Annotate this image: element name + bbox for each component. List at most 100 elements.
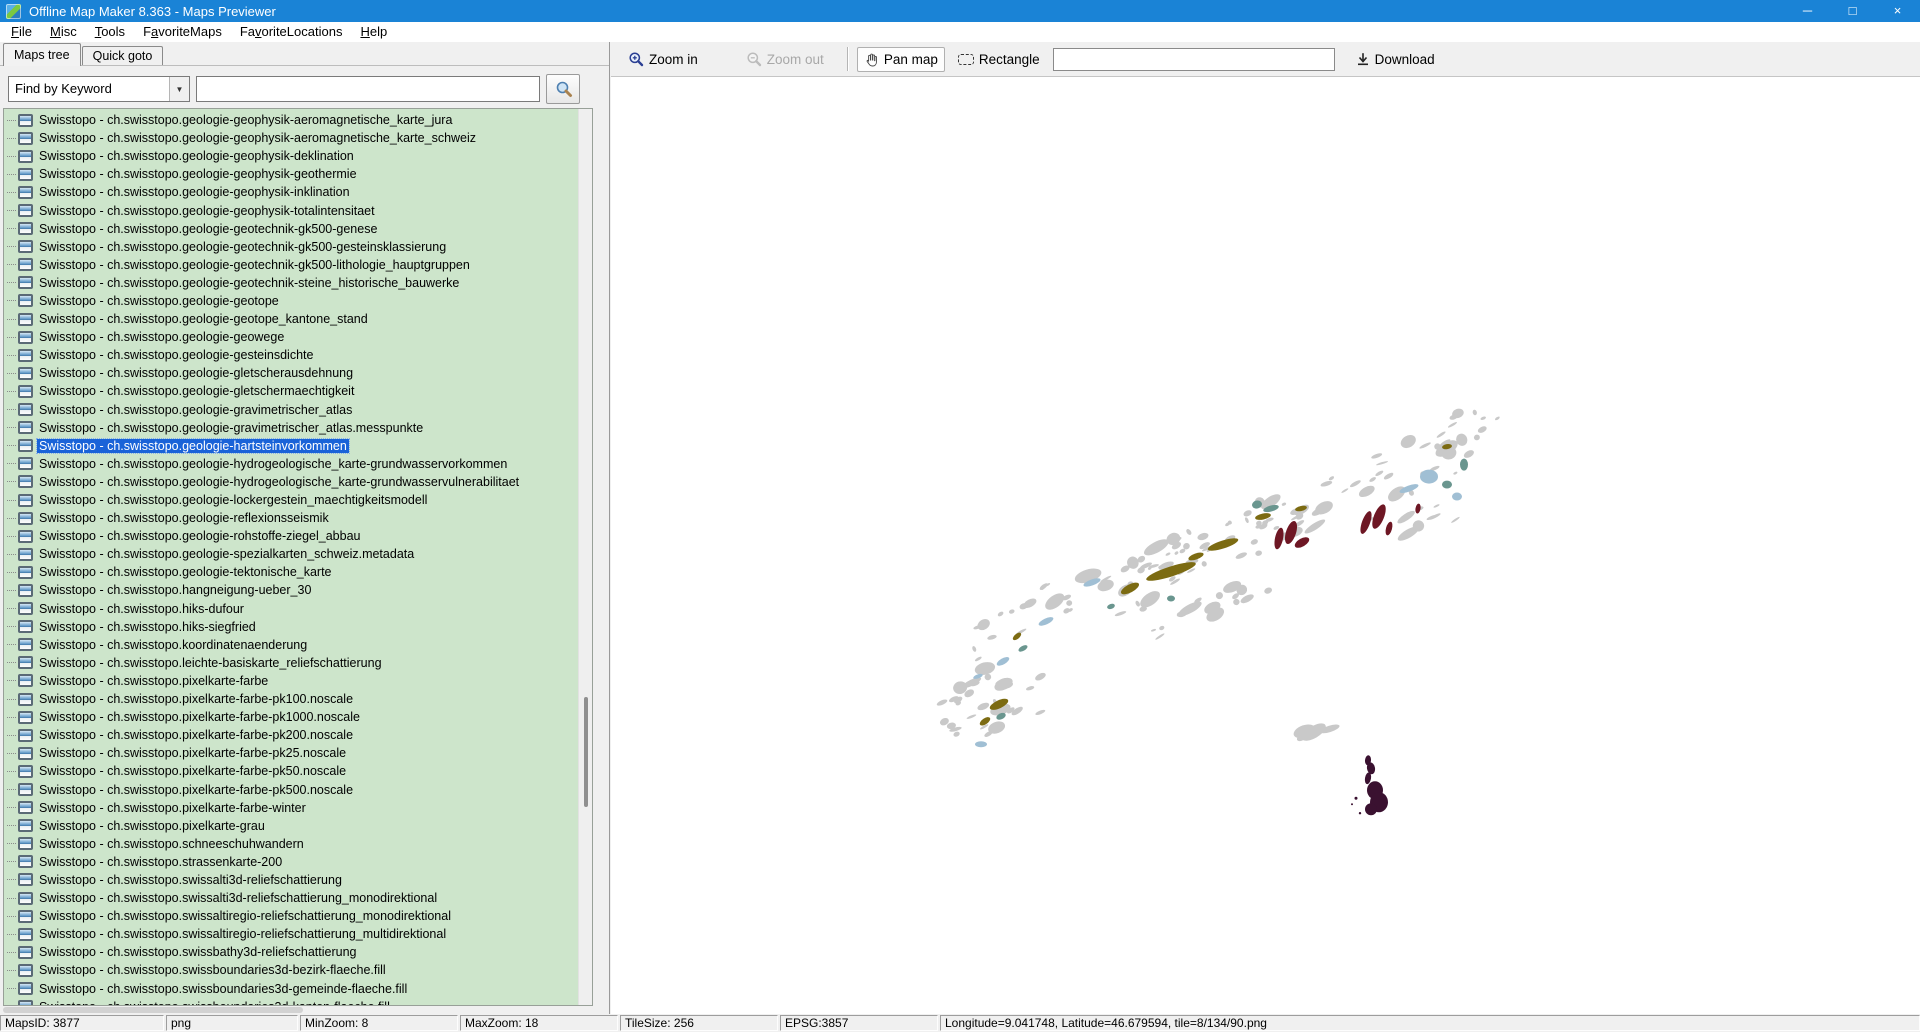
map-layer-icon [18,656,33,669]
maximize-button[interactable]: □ [1830,0,1875,22]
map-layer-icon [18,186,33,199]
map-layer-item[interactable]: Swisstopo - ch.swisstopo.swissboundaries… [4,980,578,998]
map-layer-icon [18,512,33,525]
map-layer-item[interactable]: Swisstopo - ch.swisstopo.geologie-reflex… [4,509,578,527]
map-layer-item[interactable]: Swisstopo - ch.swisstopo.geologie-spezia… [4,545,578,563]
map-layer-item[interactable]: Swisstopo - ch.swisstopo.geologie-geotec… [4,220,578,238]
map-preview[interactable] [611,76,1920,1014]
rectangle-button[interactable]: Rectangle [951,47,1047,72]
search-input[interactable] [196,76,540,102]
download-button[interactable]: Download [1349,47,1442,72]
map-layer-item[interactable]: Swisstopo - ch.swisstopo.geologie-gravim… [4,419,578,437]
search-button[interactable] [546,74,580,104]
map-layer-icon [18,964,33,977]
map-layer-item[interactable]: Swisstopo - ch.swisstopo.geologie-geotec… [4,274,578,292]
map-layer-item[interactable]: Swisstopo - ch.swisstopo.geologie-hartst… [4,437,578,455]
map-layer-item[interactable]: Swisstopo - ch.swisstopo.schneeschuhwand… [4,835,578,853]
close-button[interactable]: × [1875,0,1920,22]
map-layer-item[interactable]: Swisstopo - ch.swisstopo.swissaltiregio-… [4,925,578,943]
map-layer-item[interactable]: Swisstopo - ch.swisstopo.geologie-geotec… [4,238,578,256]
tree-connector [7,644,16,645]
map-layer-item[interactable]: Swisstopo - ch.swisstopo.geologie-tekton… [4,563,578,581]
map-layer-item[interactable]: Swisstopo - ch.swisstopo.geologie-gravim… [4,401,578,419]
map-layer-item[interactable]: Swisstopo - ch.swisstopo.pixelkarte-farb… [4,780,578,798]
map-layer-label: Swisstopo - ch.swisstopo.hiks-dufour [37,602,246,616]
map-layer-item[interactable]: Swisstopo - ch.swisstopo.geologie-geophy… [4,129,578,147]
map-layer-item[interactable]: Swisstopo - ch.swisstopo.swissboundaries… [4,998,578,1006]
map-layer-item[interactable]: Swisstopo - ch.swisstopo.geologie-geoweg… [4,328,578,346]
menu-favoritelocations[interactable]: FavoriteLocations [231,22,352,42]
horizontal-scrollbar[interactable] [3,1006,593,1014]
menu-file[interactable]: File [2,22,41,42]
tree-connector [7,500,16,501]
map-layer-item[interactable]: Swisstopo - ch.swisstopo.geologie-geophy… [4,147,578,165]
zoom-out-button[interactable]: Zoom out [739,46,831,72]
map-layer-item[interactable]: Swisstopo - ch.swisstopo.geologie-rohsto… [4,527,578,545]
map-layer-item[interactable]: Swisstopo - ch.swisstopo.strassenkarte-2… [4,853,578,871]
map-layer-item[interactable]: Swisstopo - ch.swisstopo.geologie-gletsc… [4,364,578,382]
map-layer-item[interactable]: Swisstopo - ch.swisstopo.geologie-geotop… [4,310,578,328]
map-layer-label: Swisstopo - ch.swisstopo.pixelkarte-farb… [37,764,348,778]
map-layer-label: Swisstopo - ch.swisstopo.geologie-geoweg… [37,330,286,344]
tree-connector [7,246,16,247]
map-layer-item[interactable]: Swisstopo - ch.swisstopo.geologie-hydrog… [4,473,578,491]
map-layer-item[interactable]: Swisstopo - ch.swisstopo.swissalti3d-rel… [4,871,578,889]
map-layer-item[interactable]: Swisstopo - ch.swisstopo.geologie-geophy… [4,111,578,129]
map-layer-item[interactable]: Swisstopo - ch.swisstopo.geologie-gestei… [4,346,578,364]
status-tile-format: png [166,1015,298,1031]
map-layer-item[interactable]: Swisstopo - ch.swisstopo.geologie-locker… [4,491,578,509]
menu-tools[interactable]: Tools [86,22,134,42]
map-layer-item[interactable]: Swisstopo - ch.swisstopo.pixelkarte-farb… [4,690,578,708]
coordinate-input[interactable] [1053,48,1335,71]
map-toolbar: Zoom in Zoom out Pan map [611,42,1920,76]
map-layer-item[interactable]: Swisstopo - ch.swisstopo.geologie-hydrog… [4,455,578,473]
pan-map-button[interactable]: Pan map [857,47,945,72]
map-layer-item[interactable]: Swisstopo - ch.swisstopo.pixelkarte-farb… [4,799,578,817]
tree-connector [7,861,16,862]
zoom-in-button[interactable]: Zoom in [621,46,705,72]
map-layer-item[interactable]: Swisstopo - ch.swisstopo.pixelkarte-farb… [4,708,578,726]
map-layer-item[interactable]: Swisstopo - ch.swisstopo.swissaltiregio-… [4,907,578,925]
minimize-button[interactable]: ─ [1785,0,1830,22]
map-layer-icon [18,204,33,217]
chevron-down-icon[interactable]: ▼ [169,77,189,101]
map-layer-item[interactable]: Swisstopo - ch.swisstopo.swissalti3d-rel… [4,889,578,907]
tree-connector [7,174,16,175]
map-layer-item[interactable]: Swisstopo - ch.swisstopo.leichte-basiska… [4,654,578,672]
horizontal-scrollbar-thumb[interactable] [3,1007,303,1013]
map-layer-item[interactable]: Swisstopo - ch.swisstopo.pixelkarte-farb… [4,672,578,690]
menu-misc[interactable]: Misc [41,22,86,42]
map-layer-item[interactable]: Swisstopo - ch.swisstopo.geologie-geotec… [4,256,578,274]
map-layer-label: Swisstopo - ch.swisstopo.pixelkarte-farb… [37,783,355,797]
menu-help[interactable]: Help [351,22,396,42]
map-layer-item[interactable]: Swisstopo - ch.swisstopo.geologie-geotop… [4,292,578,310]
menu-favoritemaps[interactable]: FavoriteMaps [134,22,231,42]
vertical-scrollbar[interactable] [578,109,592,1005]
tab-maps-tree[interactable]: Maps tree [3,43,81,66]
tree-connector [7,843,16,844]
map-layer-item[interactable]: Swisstopo - ch.swisstopo.swissboundaries… [4,961,578,979]
map-layer-item[interactable]: Swisstopo - ch.swisstopo.pixelkarte-grau [4,817,578,835]
map-layer-item[interactable]: Swisstopo - ch.swisstopo.hiks-dufour [4,600,578,618]
vertical-scrollbar-thumb[interactable] [584,697,588,807]
zoom-in-icon [628,51,644,67]
tab-quick-goto[interactable]: Quick goto [82,46,164,65]
map-layer-item[interactable]: Swisstopo - ch.swisstopo.hiks-siegfried [4,618,578,636]
map-layer-item[interactable]: Swisstopo - ch.swisstopo.pixelkarte-farb… [4,762,578,780]
map-layer-item[interactable]: Swisstopo - ch.swisstopo.geologie-geophy… [4,201,578,219]
map-layer-icon [18,566,33,579]
tree-connector [7,789,16,790]
map-layer-icon [18,801,33,814]
search-mode-select[interactable]: Find by Keyword ▼ [8,76,190,102]
map-layer-item[interactable]: Swisstopo - ch.swisstopo.hangneigung-ueb… [4,581,578,599]
map-layer-item[interactable]: Swisstopo - ch.swisstopo.pixelkarte-farb… [4,744,578,762]
tree-connector [7,481,16,482]
map-layer-item[interactable]: Swisstopo - ch.swisstopo.pixelkarte-farb… [4,726,578,744]
map-layer-item[interactable]: Swisstopo - ch.swisstopo.swissbathy3d-re… [4,943,578,961]
map-layer-item[interactable]: Swisstopo - ch.swisstopo.geologie-geophy… [4,183,578,201]
map-layer-item[interactable]: Swisstopo - ch.swisstopo.koordinatenaend… [4,636,578,654]
tree-connector [7,825,16,826]
tree-connector [7,536,16,537]
map-layer-item[interactable]: Swisstopo - ch.swisstopo.geologie-geophy… [4,165,578,183]
map-layer-item[interactable]: Swisstopo - ch.swisstopo.geologie-gletsc… [4,382,578,400]
